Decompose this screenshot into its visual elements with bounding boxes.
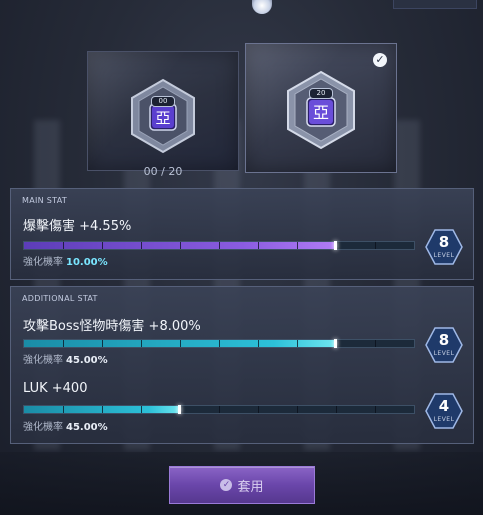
bar-tip [334,241,337,250]
bar-segment-divider [375,406,376,413]
bar-segment-divider [375,340,376,347]
level-label: LEVEL [433,252,455,259]
additional-stat-bar [23,339,415,348]
bar-segment-divider [102,340,103,347]
apply-button-label: 套用 [237,479,264,495]
bar-segment-divider [219,406,220,413]
additional-stat-level-badge: 4 LEVEL [425,393,463,429]
bar-segment-divider [63,406,64,413]
bar-segment-divider [102,242,103,249]
current-gem-card[interactable]: 亞 00 [87,51,239,171]
bar-segment-divider [219,242,220,249]
bar-segment-divider [297,406,298,413]
bar-segment-divider [180,242,181,249]
rate-label: 強化機率 [23,257,63,268]
main-stat-rate: 強化機率 10.00% [23,253,108,268]
level-number: 8 [438,331,450,349]
gem-progress-count: 00 / 20 [143,165,183,178]
additional-stat-bar [23,405,415,414]
rate-value: 45.00% [66,422,108,433]
corner-tab[interactable] [393,0,477,9]
gem-emblem-icon: 亞 [131,78,195,154]
level-label: LEVEL [433,416,455,423]
additional-stat-text: LUK +400 [23,381,88,396]
main-stat-level-badge: 8 LEVEL [425,229,463,265]
additional-stat-rate: 強化機率 45.00% [23,418,108,433]
bar-segment-divider [297,242,298,249]
bar-segment-divider [258,340,259,347]
additional-stat-level-badge: 8 LEVEL [425,327,463,363]
rate-value: 10.00% [66,257,108,268]
bar-segment-divider [258,242,259,249]
bar-segment-divider [180,340,181,347]
rate-value: 45.00% [66,355,108,366]
additional-stat-title: ADDITIONAL STAT [22,294,98,303]
gem-emblem-icon: 亞 [287,70,355,150]
bar-tip [178,405,181,414]
gem-level-tag: 20 [309,88,333,99]
level-label: LEVEL [433,350,455,357]
rate-label: 強化機率 [23,355,63,366]
bar-segment-divider [102,406,103,413]
main-stat-text: 爆擊傷害 +4.55% [23,219,132,234]
rate-label: 強化機率 [23,422,63,433]
bar-segment-divider [141,242,142,249]
bar-segment-divider [141,406,142,413]
main-stat-panel: MAIN STAT 爆擊傷害 +4.55% 強化機率 10.00% 8 LEVEL [10,188,474,280]
svg-text:亞: 亞 [155,109,170,127]
bar-segment-divider [141,340,142,347]
gem-level-tag: 00 [151,96,175,107]
additional-stat-panel: ADDITIONAL STAT 攻擊Boss怪物時傷害 +8.00% 強化機率 4… [10,286,474,444]
check-icon: ✓ [373,53,387,67]
bar-segment-divider [297,340,298,347]
bar-segment-divider [63,340,64,347]
additional-stat-rate: 強化機率 45.00% [23,351,108,366]
level-number: 4 [438,397,450,415]
selected-gem-card[interactable]: ✓ 亞 20 [245,43,397,173]
svg-text:亞: 亞 [313,103,329,122]
additional-stat-text: 攻擊Boss怪物時傷害 +8.00% [23,319,201,334]
bar-segment-divider [375,242,376,249]
bar-segment-divider [219,340,220,347]
bar-segment-divider [63,242,64,249]
apply-button[interactable]: ✓ 套用 [169,466,315,504]
level-number: 8 [438,233,450,251]
bar-tip [334,339,337,348]
bar-segment-divider [258,406,259,413]
main-stat-bar [23,241,415,250]
bar-segment-divider [336,406,337,413]
confirm-icon: ✓ [220,479,233,491]
main-stat-title: MAIN STAT [22,196,68,205]
